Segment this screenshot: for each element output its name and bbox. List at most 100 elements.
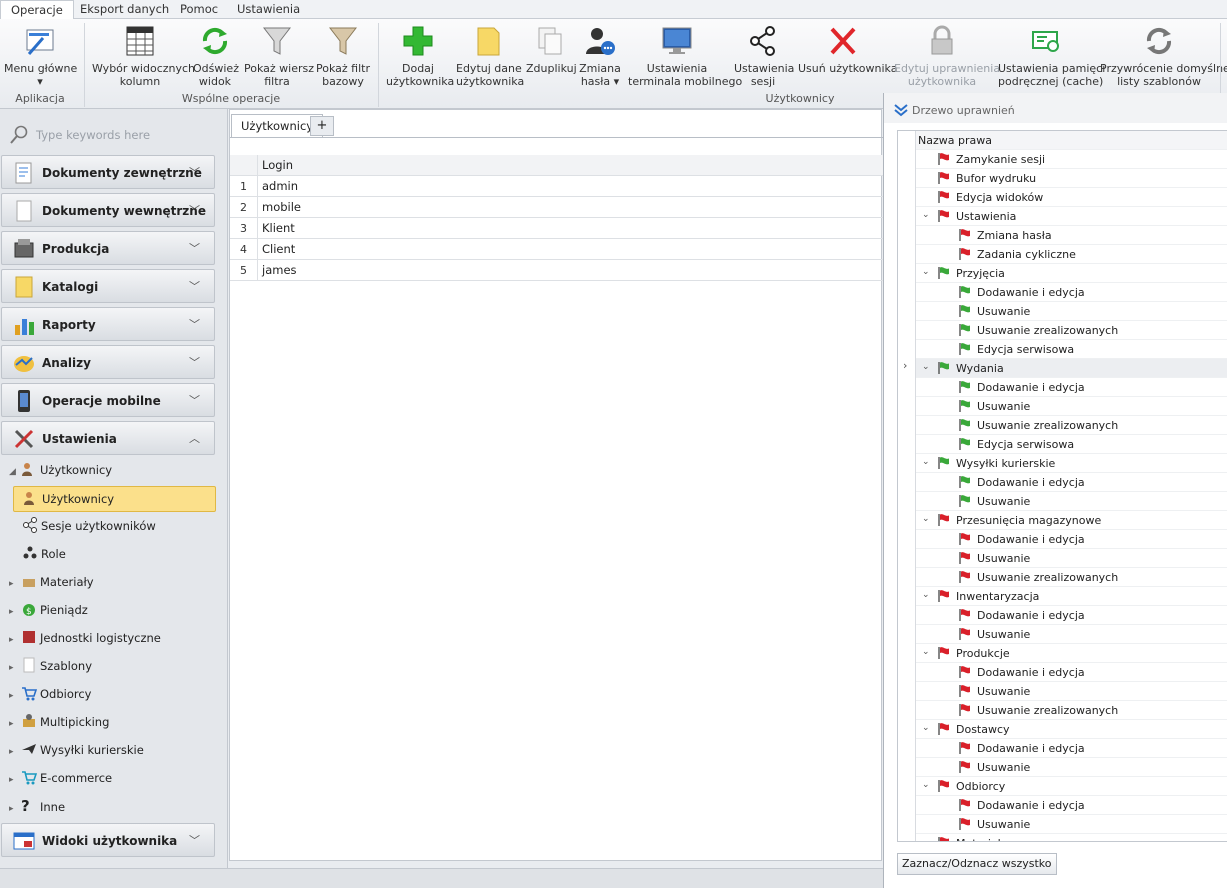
- green-flag-icon[interactable]: [958, 323, 972, 337]
- add-tab-button[interactable]: +: [310, 116, 334, 136]
- green-flag-icon[interactable]: [958, 418, 972, 432]
- green-flag-icon[interactable]: [958, 437, 972, 451]
- red-flag-icon[interactable]: [937, 209, 951, 223]
- rights-tree-item[interactable]: ⌄ Przesunięcia magazynowe: [898, 511, 1227, 530]
- tree-item-recipients[interactable]: ▸ Odbiorcy: [9, 683, 92, 705]
- red-flag-icon[interactable]: [958, 760, 972, 774]
- toggle-all-button[interactable]: Zaznacz/Odznacz wszystko: [897, 853, 1057, 875]
- restore-templates-button[interactable]: Przywrócenie domyślne listy szablonów: [1100, 21, 1227, 93]
- rights-tree-item[interactable]: Zamykanie sesji: [898, 150, 1227, 169]
- green-flag-icon[interactable]: [937, 266, 951, 280]
- expand-toggle-icon[interactable]: ⌄: [922, 457, 930, 467]
- rights-tree-item[interactable]: Dodawanie i edycja: [898, 473, 1227, 492]
- rights-tree-item[interactable]: ⌄ Przyjęcia: [898, 264, 1227, 283]
- red-flag-icon[interactable]: [937, 779, 951, 793]
- green-flag-icon[interactable]: [958, 285, 972, 299]
- nav-group-external-docs[interactable]: Dokumenty zewnętrzne ﹀: [1, 155, 215, 189]
- expand-toggle-icon[interactable]: ⌄: [922, 590, 930, 600]
- cache-settings-button[interactable]: Ustawienia pamięci podręcznej (cache): [998, 21, 1105, 93]
- expand-toggle-icon[interactable]: ⌄: [922, 723, 930, 733]
- rights-tree-item[interactable]: › ⌄ Wydania: [898, 359, 1227, 378]
- rights-tree-item[interactable]: Usuwanie: [898, 397, 1227, 416]
- expand-toggle-icon[interactable]: ⌄: [922, 362, 930, 372]
- nav-group-analyses[interactable]: Analizy ﹀: [1, 345, 215, 379]
- tree-item-materials[interactable]: ▸ Materiały: [9, 571, 94, 593]
- show-base-filter-button[interactable]: Pokaż filtr bazowy: [316, 21, 370, 93]
- rights-tree-item[interactable]: Usuwanie: [898, 682, 1227, 701]
- menu-tab-ustawienia[interactable]: Ustawienia: [227, 0, 310, 19]
- rights-tree-item[interactable]: Zadania cykliczne: [898, 245, 1227, 264]
- table-row[interactable]: 2 mobile: [230, 197, 883, 218]
- rights-tree-item[interactable]: Edycja widoków: [898, 188, 1227, 207]
- green-flag-icon[interactable]: [958, 304, 972, 318]
- expand-toggle-icon[interactable]: ⌄: [922, 647, 930, 657]
- rights-tree-item[interactable]: Edycja serwisowa: [898, 435, 1227, 454]
- tree-item-templates[interactable]: ▸ Szablony: [9, 655, 92, 677]
- session-settings-button[interactable]: Ustawienia sesji: [734, 21, 794, 93]
- change-password-button[interactable]: Zmiana hasła ▾: [578, 21, 622, 93]
- rights-tree-item[interactable]: Bufor wydruku: [898, 169, 1227, 188]
- rights-tree-item[interactable]: Dodawanie i edycja: [898, 606, 1227, 625]
- add-user-button[interactable]: Dodaj użytkownika: [386, 21, 454, 93]
- delete-user-button[interactable]: Usuń użytkownika: [798, 21, 897, 93]
- rights-tree-item[interactable]: Usuwanie: [898, 625, 1227, 644]
- red-flag-icon[interactable]: [937, 836, 951, 842]
- red-flag-icon[interactable]: [958, 551, 972, 565]
- expand-toggle-icon[interactable]: ⌄: [922, 210, 930, 220]
- rights-tree-item[interactable]: ⌄ Wysyłki kurierskie: [898, 454, 1227, 473]
- green-flag-icon[interactable]: [937, 456, 951, 470]
- rights-tree-item[interactable]: Usuwanie zrealizowanych: [898, 416, 1227, 435]
- rights-tree-item[interactable]: Dodawanie i edycja: [898, 283, 1227, 302]
- red-flag-icon[interactable]: [958, 627, 972, 641]
- nav-group-mobile-ops[interactable]: Operacje mobilne ﹀: [1, 383, 215, 417]
- red-flag-icon[interactable]: [958, 684, 972, 698]
- rights-tree-item[interactable]: Usuwanie: [898, 549, 1227, 568]
- expand-toggle-icon[interactable]: ⌄: [922, 837, 930, 841]
- tree-item-users-parent[interactable]: ◢ Użytkownicy: [9, 459, 112, 481]
- red-flag-icon[interactable]: [937, 513, 951, 527]
- green-flag-icon[interactable]: [958, 342, 972, 356]
- expand-toggle-icon[interactable]: ⌄: [922, 780, 930, 790]
- red-flag-icon[interactable]: [958, 228, 972, 242]
- red-flag-icon[interactable]: [958, 741, 972, 755]
- edit-user-button[interactable]: Edytuj dane użytkownika: [456, 21, 524, 93]
- rights-tree-item[interactable]: Usuwanie zrealizowanych: [898, 568, 1227, 587]
- nav-group-internal-docs[interactable]: Dokumenty wewnętrzne ﹀: [1, 193, 215, 227]
- rights-tree-item[interactable]: Zmiana hasła: [898, 226, 1227, 245]
- red-flag-icon[interactable]: [937, 152, 951, 166]
- table-row[interactable]: 4 Client: [230, 239, 883, 260]
- rights-tree-item[interactable]: Edycja serwisowa: [898, 340, 1227, 359]
- refresh-button[interactable]: Odśwież widok: [193, 21, 239, 93]
- table-row[interactable]: 3 Klient: [230, 218, 883, 239]
- rights-tree-item[interactable]: ⌄ Ustawienia: [898, 207, 1227, 226]
- red-flag-icon[interactable]: [958, 570, 972, 584]
- search-input[interactable]: Type keywords here: [36, 128, 150, 142]
- rights-tree-item[interactable]: Dodawanie i edycja: [898, 739, 1227, 758]
- edit-user-rights-button[interactable]: Edytuj uprawnienia użytkownika: [894, 21, 1000, 93]
- rights-tree-item[interactable]: Usuwanie zrealizowanych: [898, 321, 1227, 340]
- expand-toggle-icon[interactable]: ⌄: [922, 514, 930, 524]
- nav-group-catalogs[interactable]: Katalogi ﹀: [1, 269, 215, 303]
- nav-group-user-views[interactable]: Widoki użytkownika ﹀: [1, 823, 215, 857]
- expand-toggle-icon[interactable]: ⌄: [922, 267, 930, 277]
- menu-tab-operacje[interactable]: Operacje: [0, 0, 74, 20]
- tree-item-roles[interactable]: Role: [22, 543, 66, 565]
- rights-tree-item[interactable]: Usuwanie: [898, 815, 1227, 834]
- red-flag-icon[interactable]: [958, 532, 972, 546]
- menu-tab-pomoc[interactable]: Pomoc: [170, 0, 228, 19]
- tree-item-multipicking[interactable]: ▸ Multipicking: [9, 711, 109, 733]
- tree-item-courier[interactable]: ▸ Wysyłki kurierskie: [9, 739, 144, 761]
- tree-item-other[interactable]: ▸? Inne: [9, 795, 65, 817]
- nav-group-production[interactable]: Produkcja ﹀: [1, 231, 215, 265]
- green-flag-icon[interactable]: [958, 380, 972, 394]
- rights-tree-item[interactable]: Usuwanie: [898, 492, 1227, 511]
- rights-tree-item[interactable]: Usuwanie: [898, 758, 1227, 777]
- tree-item-users[interactable]: Użytkownicy: [13, 486, 216, 512]
- menu-tab-eksport[interactable]: Eksport danych: [70, 0, 179, 19]
- red-flag-icon[interactable]: [937, 190, 951, 204]
- collapse-panel-icon[interactable]: [893, 102, 909, 118]
- tree-item-user-sessions[interactable]: Sesje użytkowników: [22, 515, 156, 537]
- tree-item-money[interactable]: ▸ $ Pieniądz: [9, 599, 88, 621]
- red-flag-icon[interactable]: [958, 247, 972, 261]
- table-row[interactable]: 1 admin: [230, 176, 883, 197]
